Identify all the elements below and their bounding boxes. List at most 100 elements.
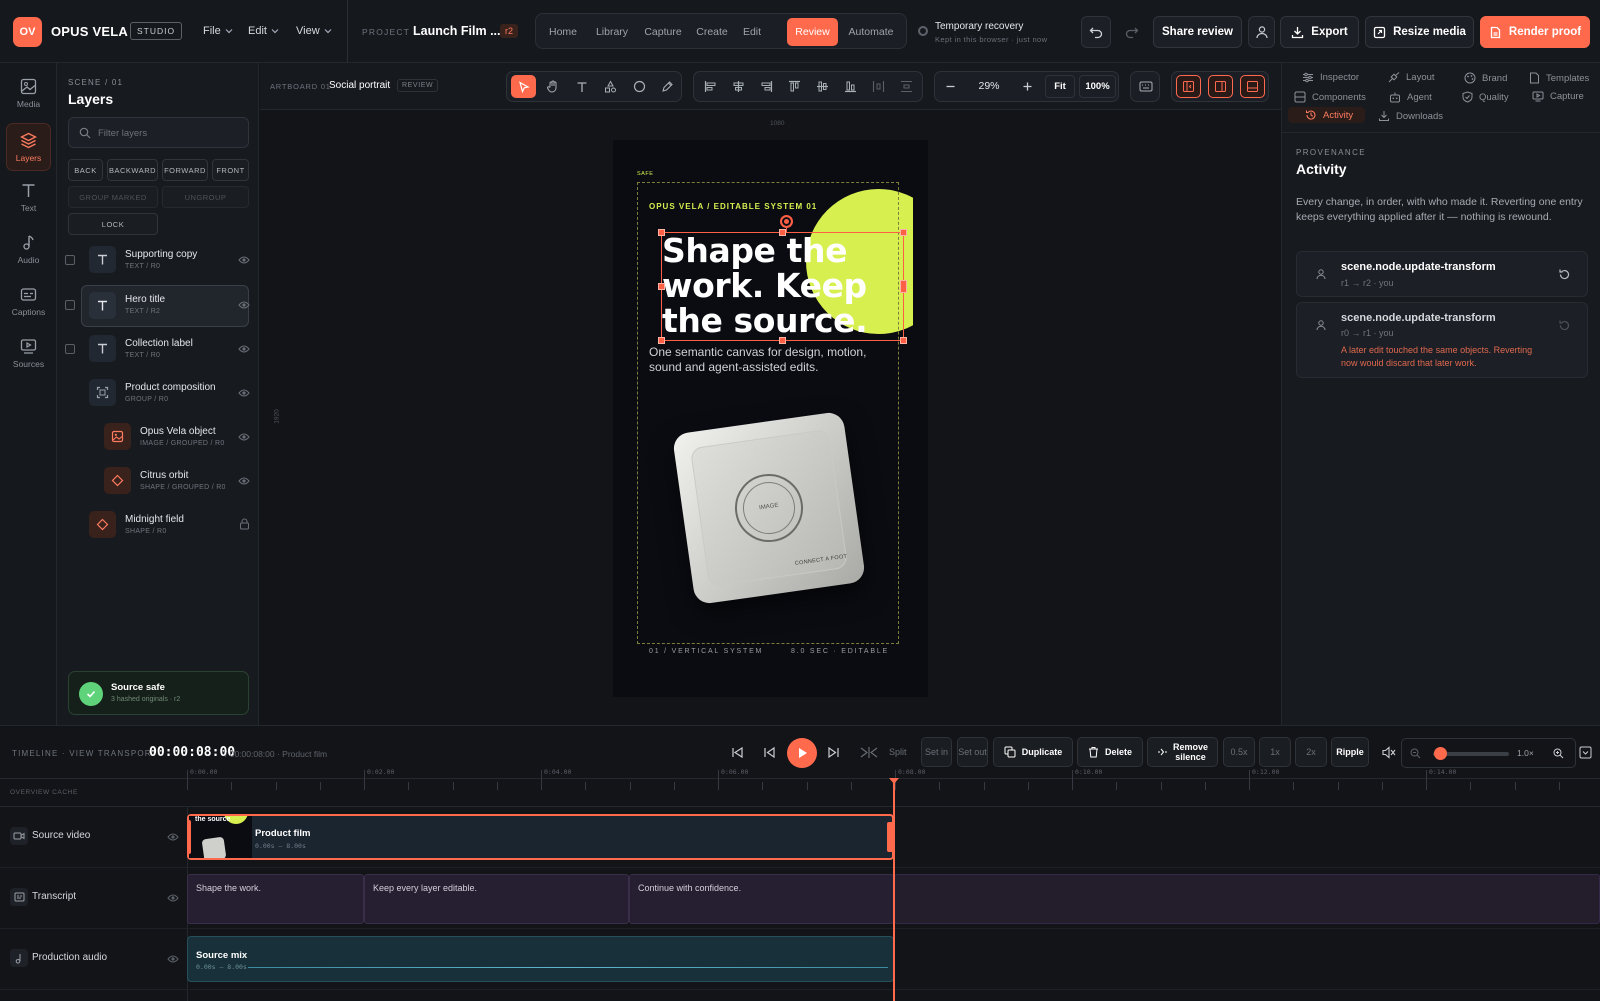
toggle-left-panel-button[interactable]	[1176, 75, 1201, 98]
skip-start-icon[interactable]	[731, 746, 744, 759]
align-middle-button[interactable]	[810, 75, 835, 98]
redo-button[interactable]	[1117, 16, 1147, 48]
menu-file[interactable]: File	[203, 25, 233, 37]
menu-edit[interactable]: Edit	[248, 25, 279, 37]
tab-inspector[interactable]: Inspector	[1302, 72, 1359, 83]
visibility-eye-icon[interactable]	[167, 832, 179, 842]
layer-checkbox[interactable]	[65, 344, 75, 354]
ellipse-tool[interactable]	[627, 75, 652, 98]
resize-handle-e[interactable]	[900, 280, 907, 293]
tab-activity[interactable]: Activity	[1288, 107, 1366, 123]
visibility-eye-icon[interactable]	[238, 255, 250, 265]
pen-tool[interactable]	[655, 75, 680, 98]
resize-handle-sw[interactable]	[658, 337, 665, 344]
revert-icon[interactable]	[1558, 268, 1571, 281]
visibility-eye-icon[interactable]	[167, 893, 179, 903]
group-marked-button[interactable]: GROUP MARKED	[68, 186, 158, 208]
shapes-tool[interactable]	[598, 75, 623, 98]
artboard[interactable]: SAFE OPUS VELA / EDITABLE SYSTEM 01 Shap…	[613, 140, 928, 697]
text-tool[interactable]	[569, 75, 594, 98]
split-icon[interactable]	[860, 746, 878, 759]
align-top-button[interactable]	[782, 75, 807, 98]
app-logo[interactable]: OV	[13, 17, 42, 47]
toggle-timeline-button[interactable]	[1240, 75, 1265, 98]
rail-sources[interactable]: Sources	[6, 329, 51, 377]
bring-front-button[interactable]: FRONT	[212, 159, 249, 181]
nav-library[interactable]: Library	[588, 18, 636, 46]
share-review-button[interactable]: Share review	[1153, 16, 1242, 48]
visibility-eye-icon[interactable]	[167, 954, 179, 964]
split-button[interactable]: Split	[889, 747, 907, 757]
nav-review[interactable]: Review	[787, 18, 838, 46]
layer-checkbox[interactable]	[65, 255, 75, 265]
playhead-marker[interactable]	[889, 778, 899, 784]
speed-2x-button[interactable]: 2x	[1295, 737, 1327, 767]
resize-handle-s[interactable]	[779, 337, 786, 344]
clip-trim-handle-left[interactable]	[187, 820, 191, 854]
revert-icon[interactable]	[1558, 319, 1571, 332]
zoom-100-button[interactable]: 100%	[1079, 75, 1116, 98]
resize-handle-ne[interactable]	[900, 229, 907, 236]
hand-tool[interactable]	[540, 75, 565, 98]
tab-brand[interactable]: Brand	[1464, 72, 1507, 84]
distribute-horizontal-button[interactable]	[866, 75, 891, 98]
tab-agent[interactable]: Agent	[1389, 91, 1432, 103]
align-left-button[interactable]	[698, 75, 723, 98]
set-out-button[interactable]: Set out	[957, 737, 988, 767]
nav-edit[interactable]: Edit	[736, 18, 768, 46]
video-clip[interactable]: the source Product film 0.00s – 8.00s	[187, 814, 895, 860]
nav-capture[interactable]: Capture	[638, 18, 688, 46]
visibility-eye-icon[interactable]	[238, 432, 250, 442]
account-button[interactable]	[1248, 16, 1275, 48]
visibility-eye-icon[interactable]	[238, 388, 250, 398]
remove-silence-button[interactable]: Remove silence	[1147, 737, 1218, 767]
duplicate-button[interactable]: Duplicate	[993, 737, 1073, 767]
visibility-eye-icon[interactable]	[238, 300, 250, 310]
zoom-fit-button[interactable]: Fit	[1045, 75, 1075, 98]
tab-components[interactable]: Components	[1294, 91, 1366, 103]
ripple-toggle[interactable]: Ripple	[1331, 737, 1369, 767]
lock-icon[interactable]	[239, 518, 250, 530]
opus-vela-object-image[interactable]: IMAGE CONNECT A FOOT	[671, 410, 867, 606]
export-button[interactable]: Export	[1280, 16, 1359, 48]
artboard-name[interactable]: Social portrait	[329, 80, 390, 91]
send-back-button[interactable]: BACK	[68, 159, 103, 181]
rail-audio[interactable]: Audio	[6, 225, 51, 273]
audio-clip[interactable]: Source mix 0.00s – 8.00s	[187, 936, 894, 982]
play-button[interactable]	[787, 738, 817, 768]
caption-clip[interactable]: Keep every layer editable.	[364, 874, 629, 924]
timeline-collapse-icon[interactable]	[1579, 746, 1592, 759]
nav-automate[interactable]: Automate	[841, 18, 901, 46]
distribute-vertical-button[interactable]	[894, 75, 919, 98]
align-bottom-button[interactable]	[838, 75, 863, 98]
tab-quality[interactable]: Quality	[1462, 91, 1509, 103]
layer-checkbox[interactable]	[65, 300, 75, 310]
align-right-button[interactable]	[754, 75, 779, 98]
render-proof-button[interactable]: Render proof	[1480, 16, 1590, 48]
tab-templates[interactable]: Templates	[1529, 72, 1589, 84]
resize-handle-nw[interactable]	[658, 229, 665, 236]
bring-forward-button[interactable]: FORWARD	[162, 159, 208, 181]
speed-half-button[interactable]: 0.5x	[1223, 737, 1255, 767]
select-tool[interactable]	[511, 75, 536, 98]
rail-layers[interactable]: Layers	[6, 123, 51, 171]
playhead[interactable]	[893, 778, 895, 1001]
rail-media[interactable]: Media	[6, 69, 51, 117]
rail-text[interactable]: Text	[6, 173, 51, 221]
rail-captions[interactable]: Captions	[6, 277, 51, 325]
caption-clip[interactable]: Shape the work.	[187, 874, 364, 924]
zoom-in-button[interactable]	[1015, 75, 1040, 98]
mute-icon[interactable]	[1382, 746, 1396, 759]
collection-label-text[interactable]: OPUS VELA / EDITABLE SYSTEM 01	[649, 202, 817, 211]
tab-layout[interactable]: Layout	[1388, 72, 1435, 83]
set-in-button[interactable]: Set in	[921, 737, 952, 767]
visibility-eye-icon[interactable]	[238, 476, 250, 486]
resize-media-button[interactable]: Resize media	[1365, 16, 1474, 48]
supporting-copy-text[interactable]: One semantic canvas for design, motion, …	[649, 345, 889, 375]
activity-entry[interactable]: scene.node.update-transform r1 → r2 · yo…	[1296, 251, 1588, 297]
keyboard-shortcuts-button[interactable]	[1133, 75, 1158, 98]
speed-1x-button[interactable]: 1x	[1259, 737, 1291, 767]
resize-handle-se[interactable]	[900, 337, 907, 344]
menu-view[interactable]: View	[296, 25, 332, 37]
rotate-handle[interactable]	[780, 215, 793, 228]
